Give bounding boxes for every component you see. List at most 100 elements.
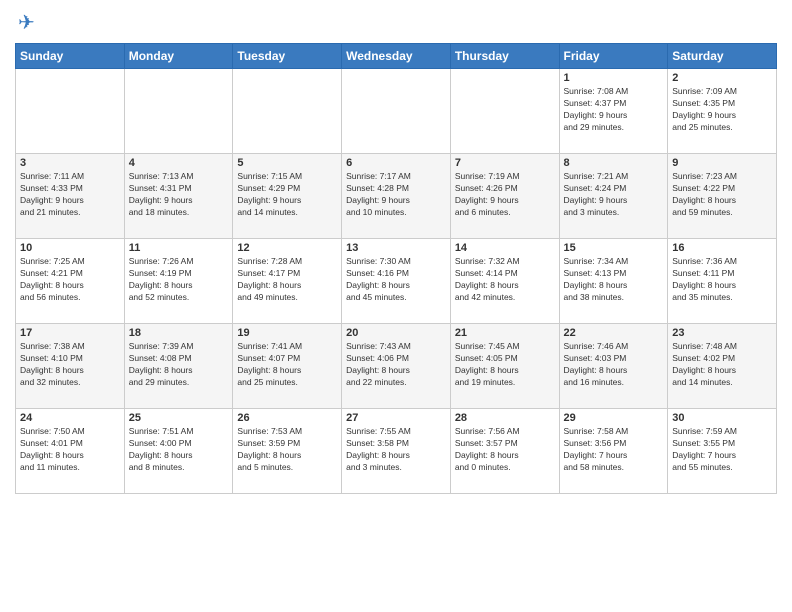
day-number: 9 — [672, 157, 772, 169]
calendar-cell: 10 Sunrise: 7:25 AM Sunset: 4:21 PM Dayli… — [16, 239, 125, 324]
weekday-header-row: SundayMondayTuesdayWednesdayThursdayFrid… — [16, 44, 777, 69]
calendar-cell — [233, 69, 342, 154]
weekday-sunday: Sunday — [16, 44, 125, 69]
day-info: Sunrise: 7:41 AM Sunset: 4:07 PM Dayligh… — [237, 341, 337, 389]
day-number: 16 — [672, 242, 772, 254]
day-info: Sunrise: 7:34 AM Sunset: 4:13 PM Dayligh… — [564, 256, 664, 304]
day-number: 18 — [129, 327, 229, 339]
day-info: Sunrise: 7:21 AM Sunset: 4:24 PM Dayligh… — [564, 171, 664, 219]
day-info: Sunrise: 7:43 AM Sunset: 4:06 PM Dayligh… — [346, 341, 446, 389]
day-info: Sunrise: 7:46 AM Sunset: 4:03 PM Dayligh… — [564, 341, 664, 389]
day-number: 6 — [346, 157, 446, 169]
day-info: Sunrise: 7:32 AM Sunset: 4:14 PM Dayligh… — [455, 256, 555, 304]
calendar-cell — [342, 69, 451, 154]
calendar-cell: 15 Sunrise: 7:34 AM Sunset: 4:13 PM Dayli… — [559, 239, 668, 324]
calendar-cell: 8 Sunrise: 7:21 AM Sunset: 4:24 PM Daylig… — [559, 154, 668, 239]
day-info: Sunrise: 7:15 AM Sunset: 4:29 PM Dayligh… — [237, 171, 337, 219]
day-number: 10 — [20, 242, 120, 254]
weekday-tuesday: Tuesday — [233, 44, 342, 69]
calendar-cell: 7 Sunrise: 7:19 AM Sunset: 4:26 PM Daylig… — [450, 154, 559, 239]
day-info: Sunrise: 7:51 AM Sunset: 4:00 PM Dayligh… — [129, 426, 229, 474]
day-number: 14 — [455, 242, 555, 254]
day-info: Sunrise: 7:48 AM Sunset: 4:02 PM Dayligh… — [672, 341, 772, 389]
day-number: 2 — [672, 72, 772, 84]
day-number: 11 — [129, 242, 229, 254]
day-info: Sunrise: 7:38 AM Sunset: 4:10 PM Dayligh… — [20, 341, 120, 389]
calendar-cell: 22 Sunrise: 7:46 AM Sunset: 4:03 PM Dayli… — [559, 324, 668, 409]
logo-bird-icon: ✈ — [18, 10, 35, 35]
week-row-1: 1Sunrise: 7:08 AM Sunset: 4:37 PM Daylig… — [16, 69, 777, 154]
calendar-cell: 16 Sunrise: 7:36 AM Sunset: 4:11 PM Dayli… — [668, 239, 777, 324]
day-number: 26 — [237, 412, 337, 424]
day-info: Sunrise: 7:36 AM Sunset: 4:11 PM Dayligh… — [672, 256, 772, 304]
day-number: 27 — [346, 412, 446, 424]
day-info: Sunrise: 7:59 AM Sunset: 3:55 PM Dayligh… — [672, 426, 772, 474]
day-info: Sunrise: 7:30 AM Sunset: 4:16 PM Dayligh… — [346, 256, 446, 304]
calendar-cell: 5 Sunrise: 7:15 AM Sunset: 4:29 PM Daylig… — [233, 154, 342, 239]
calendar-cell: 12Sunrise: 7:28 AM Sunset: 4:17 PM Dayli… — [233, 239, 342, 324]
day-number: 20 — [346, 327, 446, 339]
weekday-saturday: Saturday — [668, 44, 777, 69]
day-number: 25 — [129, 412, 229, 424]
day-info: Sunrise: 7:11 AM Sunset: 4:33 PM Dayligh… — [20, 171, 120, 219]
day-number: 23 — [672, 327, 772, 339]
day-number: 7 — [455, 157, 555, 169]
calendar-cell: 19 Sunrise: 7:41 AM Sunset: 4:07 PM Dayli… — [233, 324, 342, 409]
day-info: Sunrise: 7:09 AM Sunset: 4:35 PM Dayligh… — [672, 86, 772, 134]
calendar-cell: 18 Sunrise: 7:39 AM Sunset: 4:08 PM Dayli… — [124, 324, 233, 409]
week-row-2: 3Sunrise: 7:11 AM Sunset: 4:33 PM Daylig… — [16, 154, 777, 239]
day-number: 8 — [564, 157, 664, 169]
calendar-cell — [16, 69, 125, 154]
calendar-cell: 26 Sunrise: 7:53 AM Sunset: 3:59 PM Dayli… — [233, 409, 342, 494]
day-info: Sunrise: 7:23 AM Sunset: 4:22 PM Dayligh… — [672, 171, 772, 219]
day-number: 24 — [20, 412, 120, 424]
calendar-cell: 9 Sunrise: 7:23 AM Sunset: 4:22 PM Daylig… — [668, 154, 777, 239]
calendar-cell: 20 Sunrise: 7:43 AM Sunset: 4:06 PM Dayli… — [342, 324, 451, 409]
day-info: Sunrise: 7:53 AM Sunset: 3:59 PM Dayligh… — [237, 426, 337, 474]
calendar-cell: 27 Sunrise: 7:55 AM Sunset: 3:58 PM Dayli… — [342, 409, 451, 494]
day-number: 15 — [564, 242, 664, 254]
calendar-cell: 28 Sunrise: 7:56 AM Sunset: 3:57 PM Dayli… — [450, 409, 559, 494]
week-row-3: 10 Sunrise: 7:25 AM Sunset: 4:21 PM Dayli… — [16, 239, 777, 324]
calendar-cell: 1Sunrise: 7:08 AM Sunset: 4:37 PM Daylig… — [559, 69, 668, 154]
day-info: Sunrise: 7:58 AM Sunset: 3:56 PM Dayligh… — [564, 426, 664, 474]
day-number: 5 — [237, 157, 337, 169]
day-info: Sunrise: 7:55 AM Sunset: 3:58 PM Dayligh… — [346, 426, 446, 474]
calendar-cell: 3Sunrise: 7:11 AM Sunset: 4:33 PM Daylig… — [16, 154, 125, 239]
day-number: 28 — [455, 412, 555, 424]
calendar-cell: 24 Sunrise: 7:50 AM Sunset: 4:01 PM Dayli… — [16, 409, 125, 494]
calendar-cell: 23 Sunrise: 7:48 AM Sunset: 4:02 PM Dayli… — [668, 324, 777, 409]
day-info: Sunrise: 7:08 AM Sunset: 4:37 PM Dayligh… — [564, 86, 664, 134]
calendar-cell: 2 Sunrise: 7:09 AM Sunset: 4:35 PM Daylig… — [668, 69, 777, 154]
logo: ✈ — [15, 10, 35, 35]
day-number: 22 — [564, 327, 664, 339]
week-row-5: 24 Sunrise: 7:50 AM Sunset: 4:01 PM Dayli… — [16, 409, 777, 494]
calendar-cell: 6Sunrise: 7:17 AM Sunset: 4:28 PM Daylig… — [342, 154, 451, 239]
calendar-cell: 17Sunrise: 7:38 AM Sunset: 4:10 PM Dayli… — [16, 324, 125, 409]
calendar-cell — [124, 69, 233, 154]
day-number: 21 — [455, 327, 555, 339]
day-number: 4 — [129, 157, 229, 169]
calendar: SundayMondayTuesdayWednesdayThursdayFrid… — [15, 43, 777, 494]
day-number: 30 — [672, 412, 772, 424]
day-info: Sunrise: 7:19 AM Sunset: 4:26 PM Dayligh… — [455, 171, 555, 219]
calendar-cell: 11 Sunrise: 7:26 AM Sunset: 4:19 PM Dayli… — [124, 239, 233, 324]
day-info: Sunrise: 7:25 AM Sunset: 4:21 PM Dayligh… — [20, 256, 120, 304]
day-info: Sunrise: 7:45 AM Sunset: 4:05 PM Dayligh… — [455, 341, 555, 389]
day-info: Sunrise: 7:13 AM Sunset: 4:31 PM Dayligh… — [129, 171, 229, 219]
week-row-4: 17Sunrise: 7:38 AM Sunset: 4:10 PM Dayli… — [16, 324, 777, 409]
weekday-monday: Monday — [124, 44, 233, 69]
calendar-cell: 13Sunrise: 7:30 AM Sunset: 4:16 PM Dayli… — [342, 239, 451, 324]
day-info: Sunrise: 7:26 AM Sunset: 4:19 PM Dayligh… — [129, 256, 229, 304]
calendar-cell: 14 Sunrise: 7:32 AM Sunset: 4:14 PM Dayli… — [450, 239, 559, 324]
day-number: 19 — [237, 327, 337, 339]
calendar-cell: 30 Sunrise: 7:59 AM Sunset: 3:55 PM Dayli… — [668, 409, 777, 494]
day-number: 29 — [564, 412, 664, 424]
header: ✈ — [15, 10, 777, 35]
calendar-cell: 25 Sunrise: 7:51 AM Sunset: 4:00 PM Dayli… — [124, 409, 233, 494]
day-info: Sunrise: 7:39 AM Sunset: 4:08 PM Dayligh… — [129, 341, 229, 389]
day-info: Sunrise: 7:50 AM Sunset: 4:01 PM Dayligh… — [20, 426, 120, 474]
weekday-wednesday: Wednesday — [342, 44, 451, 69]
weekday-friday: Friday — [559, 44, 668, 69]
day-info: Sunrise: 7:56 AM Sunset: 3:57 PM Dayligh… — [455, 426, 555, 474]
